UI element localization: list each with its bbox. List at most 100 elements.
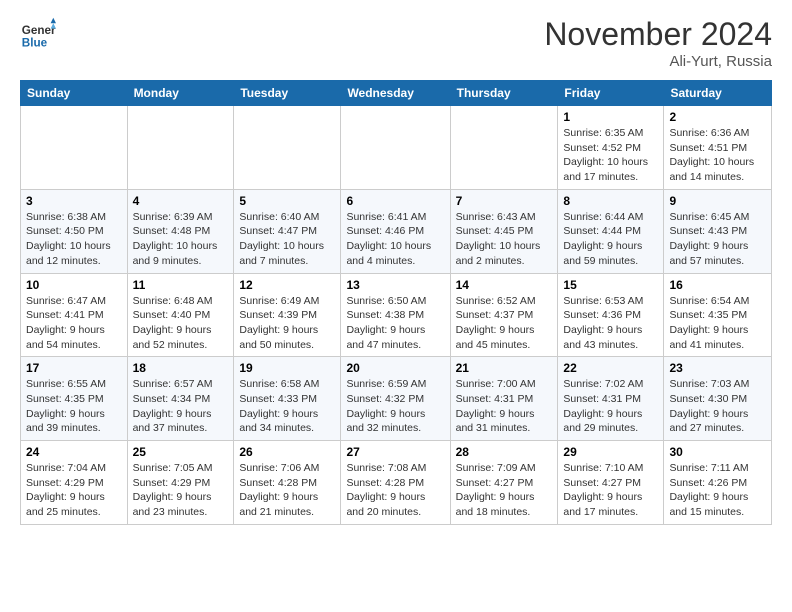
day-number: 24	[26, 445, 122, 459]
day-number: 21	[456, 361, 553, 375]
day-number: 4	[133, 194, 229, 208]
day-number: 13	[346, 278, 444, 292]
day-number: 26	[239, 445, 335, 459]
day-info: Sunrise: 6:59 AM Sunset: 4:32 PM Dayligh…	[346, 377, 444, 436]
month-title: November 2024	[544, 16, 772, 53]
calendar-week-0: 1 Sunrise: 6:35 AM Sunset: 4:52 PM Daylig…	[21, 106, 772, 190]
day-info: Sunrise: 6:52 AM Sunset: 4:37 PM Dayligh…	[456, 294, 553, 353]
calendar-cell: 22 Sunrise: 7:02 AM Sunset: 4:31 PM Dayli…	[558, 357, 664, 441]
calendar-cell: 21 Sunrise: 7:00 AM Sunset: 4:31 PM Dayli…	[450, 357, 558, 441]
day-number: 14	[456, 278, 553, 292]
day-info: Sunrise: 6:38 AM Sunset: 4:50 PM Dayligh…	[26, 210, 122, 269]
calendar-header-row: Sunday Monday Tuesday Wednesday Thursday…	[21, 81, 772, 106]
day-info: Sunrise: 6:49 AM Sunset: 4:39 PM Dayligh…	[239, 294, 335, 353]
calendar-cell: 6Sunrise: 6:41 AM Sunset: 4:46 PM Daylig…	[341, 189, 450, 273]
day-number: 6	[346, 194, 444, 208]
logo-icon: General Blue	[20, 16, 56, 52]
page: General Blue November 2024 Ali-Yurt, Rus…	[0, 0, 792, 535]
day-info: Sunrise: 6:55 AM Sunset: 4:35 PM Dayligh…	[26, 377, 122, 436]
day-number: 23	[669, 361, 766, 375]
day-number: 2	[669, 110, 766, 124]
calendar-cell: 25 Sunrise: 7:05 AM Sunset: 4:29 PM Dayli…	[127, 441, 234, 525]
day-info: Sunrise: 6:39 AM Sunset: 4:48 PM Dayligh…	[133, 210, 229, 269]
day-info: Sunrise: 6:54 AM Sunset: 4:35 PM Dayligh…	[669, 294, 766, 353]
header-monday: Monday	[127, 81, 234, 106]
day-info: Sunrise: 6:47 AM Sunset: 4:41 PM Dayligh…	[26, 294, 122, 353]
day-number: 18	[133, 361, 229, 375]
day-number: 9	[669, 194, 766, 208]
calendar-cell: 16 Sunrise: 6:54 AM Sunset: 4:35 PM Dayli…	[664, 273, 772, 357]
calendar-cell: 24Sunrise: 7:04 AM Sunset: 4:29 PM Dayli…	[21, 441, 128, 525]
day-number: 17	[26, 361, 122, 375]
calendar-cell: 1 Sunrise: 6:35 AM Sunset: 4:52 PM Daylig…	[558, 106, 664, 190]
day-info: Sunrise: 6:58 AM Sunset: 4:33 PM Dayligh…	[239, 377, 335, 436]
day-info: Sunrise: 6:35 AM Sunset: 4:52 PM Dayligh…	[563, 126, 658, 185]
day-number: 12	[239, 278, 335, 292]
header-wednesday: Wednesday	[341, 81, 450, 106]
day-info: Sunrise: 6:40 AM Sunset: 4:47 PM Dayligh…	[239, 210, 335, 269]
calendar-cell: 8 Sunrise: 6:44 AM Sunset: 4:44 PM Daylig…	[558, 189, 664, 273]
day-info: Sunrise: 7:05 AM Sunset: 4:29 PM Dayligh…	[133, 461, 229, 520]
calendar-cell: 28 Sunrise: 7:09 AM Sunset: 4:27 PM Dayli…	[450, 441, 558, 525]
svg-text:General: General	[22, 24, 56, 37]
day-info: Sunrise: 7:03 AM Sunset: 4:30 PM Dayligh…	[669, 377, 766, 436]
calendar-cell: 23 Sunrise: 7:03 AM Sunset: 4:30 PM Dayli…	[664, 357, 772, 441]
day-info: Sunrise: 6:50 AM Sunset: 4:38 PM Dayligh…	[346, 294, 444, 353]
day-number: 1	[563, 110, 658, 124]
calendar: Sunday Monday Tuesday Wednesday Thursday…	[20, 80, 772, 525]
day-number: 20	[346, 361, 444, 375]
calendar-cell	[21, 106, 128, 190]
calendar-cell: 20 Sunrise: 6:59 AM Sunset: 4:32 PM Dayli…	[341, 357, 450, 441]
day-number: 16	[669, 278, 766, 292]
day-info: Sunrise: 6:36 AM Sunset: 4:51 PM Dayligh…	[669, 126, 766, 185]
day-info: Sunrise: 7:06 AM Sunset: 4:28 PM Dayligh…	[239, 461, 335, 520]
calendar-cell: 13 Sunrise: 6:50 AM Sunset: 4:38 PM Dayli…	[341, 273, 450, 357]
day-info: Sunrise: 7:10 AM Sunset: 4:27 PM Dayligh…	[563, 461, 658, 520]
header-friday: Friday	[558, 81, 664, 106]
calendar-cell: 3 Sunrise: 6:38 AM Sunset: 4:50 PM Daylig…	[21, 189, 128, 273]
calendar-week-1: 3 Sunrise: 6:38 AM Sunset: 4:50 PM Daylig…	[21, 189, 772, 273]
calendar-cell	[127, 106, 234, 190]
svg-text:Blue: Blue	[22, 37, 48, 50]
calendar-cell: 5 Sunrise: 6:40 AM Sunset: 4:47 PM Daylig…	[234, 189, 341, 273]
calendar-cell: 14 Sunrise: 6:52 AM Sunset: 4:37 PM Dayli…	[450, 273, 558, 357]
day-info: Sunrise: 6:48 AM Sunset: 4:40 PM Dayligh…	[133, 294, 229, 353]
calendar-cell: 30 Sunrise: 7:11 AM Sunset: 4:26 PM Dayli…	[664, 441, 772, 525]
calendar-cell: 27 Sunrise: 7:08 AM Sunset: 4:28 PM Dayli…	[341, 441, 450, 525]
day-info: Sunrise: 7:02 AM Sunset: 4:31 PM Dayligh…	[563, 377, 658, 436]
day-info: Sunrise: 7:08 AM Sunset: 4:28 PM Dayligh…	[346, 461, 444, 520]
calendar-cell: 17 Sunrise: 6:55 AM Sunset: 4:35 PM Dayli…	[21, 357, 128, 441]
day-number: 15	[563, 278, 658, 292]
calendar-cell: 7Sunrise: 6:43 AM Sunset: 4:45 PM Daylig…	[450, 189, 558, 273]
day-info: Sunrise: 7:09 AM Sunset: 4:27 PM Dayligh…	[456, 461, 553, 520]
calendar-cell: 29 Sunrise: 7:10 AM Sunset: 4:27 PM Dayli…	[558, 441, 664, 525]
calendar-week-2: 10Sunrise: 6:47 AM Sunset: 4:41 PM Dayli…	[21, 273, 772, 357]
location: Ali-Yurt, Russia	[544, 53, 772, 70]
day-number: 8	[563, 194, 658, 208]
day-info: Sunrise: 6:45 AM Sunset: 4:43 PM Dayligh…	[669, 210, 766, 269]
day-number: 25	[133, 445, 229, 459]
day-number: 30	[669, 445, 766, 459]
calendar-cell: 2 Sunrise: 6:36 AM Sunset: 4:51 PM Daylig…	[664, 106, 772, 190]
day-number: 7	[456, 194, 553, 208]
calendar-cell: 19 Sunrise: 6:58 AM Sunset: 4:33 PM Dayli…	[234, 357, 341, 441]
calendar-week-3: 17 Sunrise: 6:55 AM Sunset: 4:35 PM Dayli…	[21, 357, 772, 441]
header-sunday: Sunday	[21, 81, 128, 106]
header-tuesday: Tuesday	[234, 81, 341, 106]
day-number: 5	[239, 194, 335, 208]
day-number: 29	[563, 445, 658, 459]
calendar-cell: 15 Sunrise: 6:53 AM Sunset: 4:36 PM Dayli…	[558, 273, 664, 357]
calendar-cell: 12 Sunrise: 6:49 AM Sunset: 4:39 PM Dayli…	[234, 273, 341, 357]
calendar-cell	[234, 106, 341, 190]
day-info: Sunrise: 7:11 AM Sunset: 4:26 PM Dayligh…	[669, 461, 766, 520]
day-info: Sunrise: 7:00 AM Sunset: 4:31 PM Dayligh…	[456, 377, 553, 436]
day-info: Sunrise: 6:44 AM Sunset: 4:44 PM Dayligh…	[563, 210, 658, 269]
header-thursday: Thursday	[450, 81, 558, 106]
day-number: 22	[563, 361, 658, 375]
day-number: 19	[239, 361, 335, 375]
day-info: Sunrise: 6:53 AM Sunset: 4:36 PM Dayligh…	[563, 294, 658, 353]
day-number: 27	[346, 445, 444, 459]
day-number: 3	[26, 194, 122, 208]
day-number: 28	[456, 445, 553, 459]
calendar-week-4: 24Sunrise: 7:04 AM Sunset: 4:29 PM Dayli…	[21, 441, 772, 525]
